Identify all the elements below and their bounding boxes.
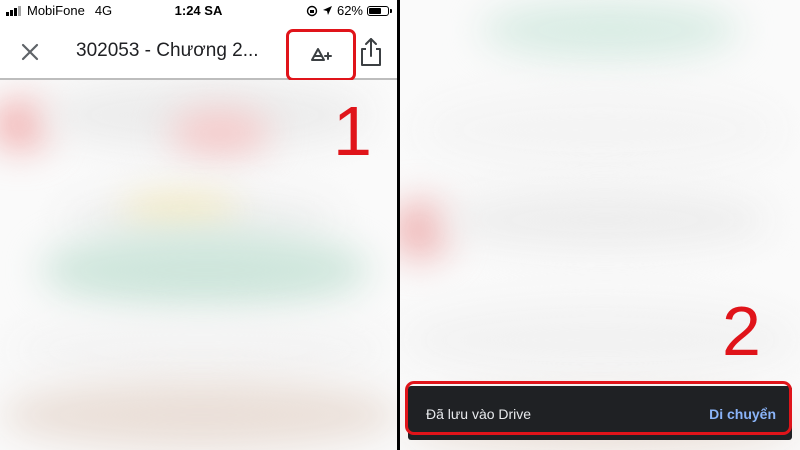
battery-icon (367, 5, 392, 16)
status-bar: MobiFone 4G 1:24 SA 62% (0, 0, 397, 22)
share-icon (361, 38, 381, 66)
document-title: 302053 - Chương 2... (76, 40, 259, 61)
share-button[interactable] (356, 36, 386, 70)
battery-percent: 62% (336, 3, 363, 18)
close-icon (21, 43, 39, 61)
step2-highlight-box (405, 381, 792, 435)
step-number-2: 2 (722, 292, 761, 370)
close-button[interactable] (16, 38, 44, 66)
viewer-toolbar: 302053 - Chương 2... (0, 22, 397, 81)
location-icon (322, 6, 332, 15)
right-screenshot-panel: 2 Đã lưu vào Drive Di chuyển (400, 0, 800, 450)
step1-highlight-box (286, 29, 356, 81)
step-number-1: 1 (333, 92, 372, 170)
left-screenshot-panel: MobiFone 4G 1:24 SA 62% 302053 - Chương … (0, 0, 397, 450)
rotation-lock-icon (306, 5, 318, 16)
